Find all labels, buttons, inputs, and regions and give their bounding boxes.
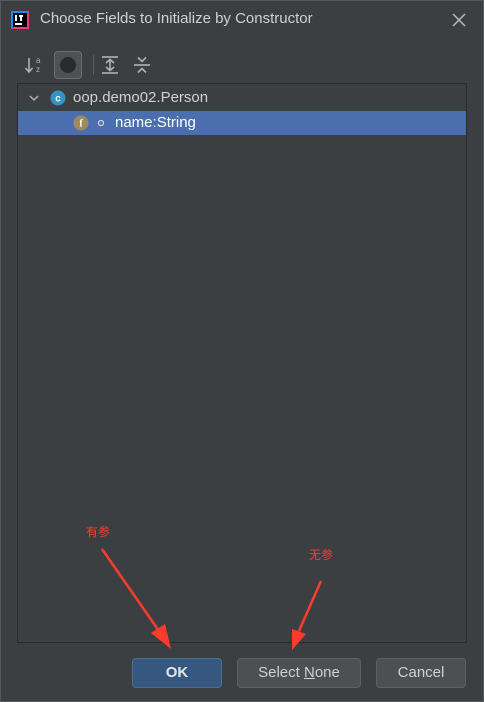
fields-tree[interactable]: c oop.demo02.Person f name:String 有参 无参 bbox=[17, 83, 467, 643]
intellij-app-icon bbox=[11, 11, 29, 29]
field-icon: f bbox=[73, 115, 89, 131]
close-icon[interactable] bbox=[449, 10, 469, 30]
show-classes-icon bbox=[60, 57, 76, 73]
sort-alphabetically-icon[interactable]: a z bbox=[22, 52, 48, 78]
dialog: Choose Fields to Initialize by Construct… bbox=[0, 0, 484, 702]
class-node-label: oop.demo02.Person bbox=[73, 89, 209, 106]
package-private-visibility-icon bbox=[97, 119, 105, 127]
chevron-down-icon[interactable] bbox=[28, 92, 40, 104]
tree-class-node[interactable]: c oop.demo02.Person bbox=[18, 86, 466, 110]
tree-field-node[interactable]: f name:String bbox=[18, 111, 466, 135]
select-none-annotation-label: 无参 bbox=[309, 548, 334, 562]
expand-all-icon[interactable] bbox=[97, 52, 123, 78]
dialog-title: Choose Fields to Initialize by Construct… bbox=[40, 10, 313, 27]
show-classes-toggle[interactable] bbox=[54, 51, 82, 79]
collapse-all-icon[interactable] bbox=[129, 52, 155, 78]
select-none-label-suffix: one bbox=[314, 664, 340, 681]
select-none-mnemonic: N bbox=[303, 664, 315, 681]
svg-text:a: a bbox=[36, 56, 41, 65]
ok-annotation-label: 有参 bbox=[86, 525, 111, 539]
svg-text:z: z bbox=[36, 65, 40, 74]
select-none-label-prefix: Select bbox=[258, 664, 304, 681]
field-node-label: name:String bbox=[115, 114, 196, 131]
ok-button[interactable]: OK bbox=[132, 658, 222, 688]
class-icon: c bbox=[50, 90, 66, 106]
select-none-button[interactable]: Select None bbox=[237, 658, 361, 688]
svg-text:c: c bbox=[55, 94, 61, 105]
cancel-button[interactable]: Cancel bbox=[376, 658, 466, 688]
toolbar-separator bbox=[93, 55, 94, 75]
title-bar: Choose Fields to Initialize by Construct… bbox=[1, 1, 483, 39]
